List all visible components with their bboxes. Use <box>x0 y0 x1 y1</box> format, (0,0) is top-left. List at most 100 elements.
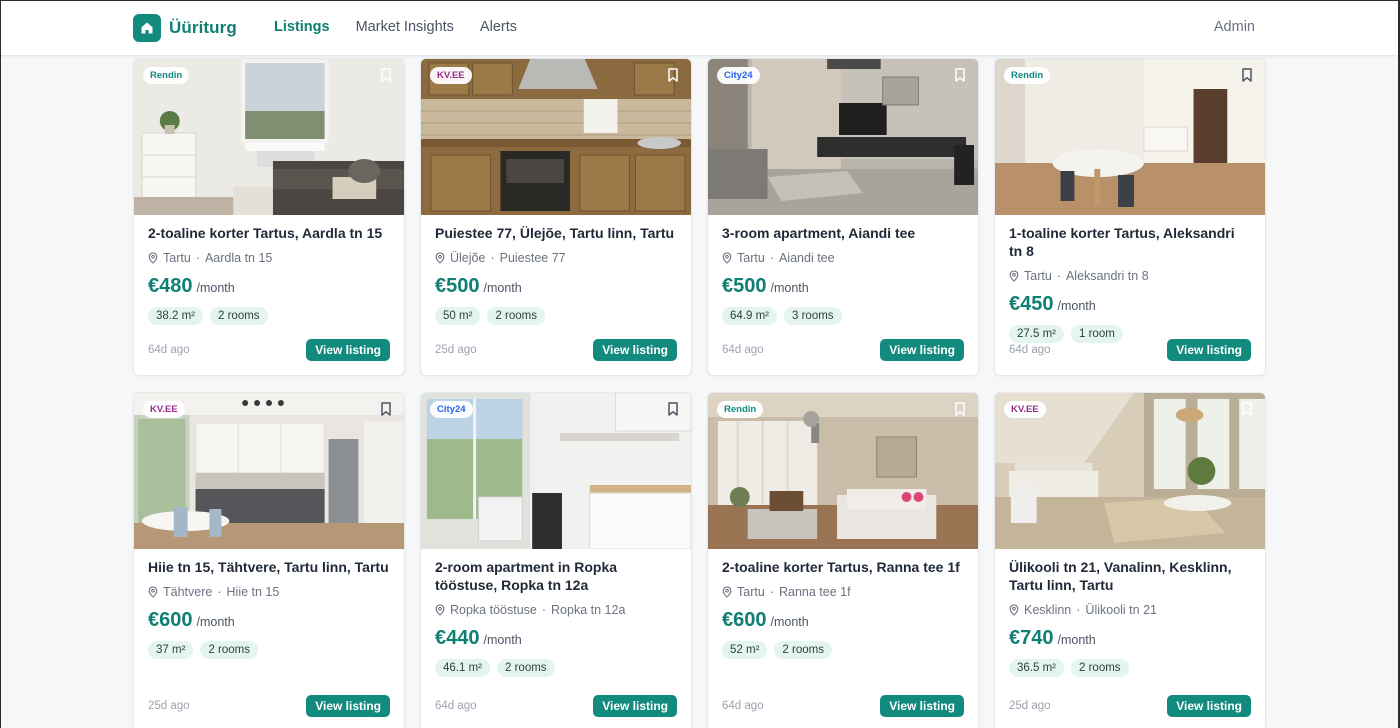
separator-dot: · <box>769 585 774 599</box>
separator-dot: · <box>217 585 222 599</box>
card-footer: 64d ago View listing <box>148 339 390 361</box>
bookmark-icon[interactable] <box>666 401 680 417</box>
listing-title[interactable]: 2-toaline korter Tartus, Ranna tee 1f <box>722 558 964 576</box>
listing-photo[interactable]: Rendin <box>995 59 1265 215</box>
listing-features: 36.5 m² 2 rooms <box>1009 659 1251 677</box>
view-listing-button[interactable]: View listing <box>593 339 677 361</box>
price-row: €740 /month <box>1009 627 1251 650</box>
view-listing-button[interactable]: View listing <box>1167 695 1251 717</box>
bookmark-icon[interactable] <box>953 67 967 83</box>
location-pin-icon <box>722 252 732 264</box>
listing-title[interactable]: Ülikooli tn 21, Vanalinn, Kesklinn, Tart… <box>1009 558 1251 594</box>
listing-age: 64d ago <box>722 700 764 712</box>
listing-title[interactable]: Hiie tn 15, Tähtvere, Tartu linn, Tartu <box>148 558 390 576</box>
listing-title[interactable]: 1-toaline korter Tartus, Aleksandri tn 8 <box>1009 224 1251 260</box>
listing-photo[interactable]: KV.EE <box>134 393 404 549</box>
nav-market-insights[interactable]: Market Insights <box>356 19 454 35</box>
listing-location: Tartu · Aleksandri tn 8 <box>1009 269 1251 283</box>
price-period: /month <box>196 615 235 629</box>
location-pin-icon <box>435 604 445 616</box>
listing-title[interactable]: 2-room apartment in Ropka tööstuse, Ropk… <box>435 558 677 594</box>
source-badge: City24 <box>430 401 473 418</box>
location-pin-icon <box>1009 604 1019 616</box>
listing-card: KV.EE Hiie tn 15, Tähtvere, Tartu linn, … <box>133 392 405 728</box>
price-row: €440 /month <box>435 627 677 650</box>
view-listing-button[interactable]: View listing <box>306 695 390 717</box>
view-listing-button[interactable]: View listing <box>880 695 964 717</box>
listing-photo[interactable]: Rendin <box>708 393 978 549</box>
area-chip: 46.1 m² <box>435 659 490 677</box>
bookmark-icon[interactable] <box>379 401 393 417</box>
listing-street: Ropka tn 12a <box>551 603 626 617</box>
listing-price: €600 <box>722 609 767 631</box>
listing-card: Rendin 2-toaline korter Tartus, Ranna te… <box>707 392 979 728</box>
listing-card: City24 3-room apartment, Aiandi tee Tart… <box>707 58 979 376</box>
view-listing-button[interactable]: View listing <box>593 695 677 717</box>
brand-home-link[interactable]: Üüriturg <box>133 13 237 43</box>
rooms-chip: 2 rooms <box>487 307 545 325</box>
card-footer: 25d ago View listing <box>1009 695 1251 717</box>
price-row: €600 /month <box>722 609 964 632</box>
price-period: /month <box>770 615 809 629</box>
listing-district: Tartu <box>737 585 765 599</box>
bookmark-icon[interactable] <box>1240 401 1254 417</box>
bookmark-icon[interactable] <box>1240 67 1254 83</box>
listing-location: Kesklinn · Ülikooli tn 21 <box>1009 603 1251 617</box>
listing-location: Tartu · Ranna tee 1f <box>722 585 964 599</box>
listing-features: 64.9 m² 3 rooms <box>722 307 964 325</box>
source-badge: Rendin <box>717 401 764 418</box>
listing-street: Ranna tee 1f <box>778 585 851 599</box>
nav-listings[interactable]: Listings <box>274 19 330 35</box>
separator-dot: · <box>1076 603 1081 617</box>
location-pin-icon <box>435 252 445 264</box>
listing-district: Tähtvere <box>163 585 213 599</box>
listing-age: 64d ago <box>148 344 190 356</box>
price-row: €500 /month <box>435 275 677 298</box>
listing-district: Ropka tööstuse <box>450 603 537 617</box>
view-listing-button[interactable]: View listing <box>880 339 964 361</box>
bookmark-icon[interactable] <box>953 401 967 417</box>
area-chip: 38.2 m² <box>148 307 203 325</box>
listing-photo[interactable]: KV.EE <box>421 59 691 215</box>
listing-age: 64d ago <box>1009 344 1051 356</box>
area-chip: 36.5 m² <box>1009 659 1064 677</box>
price-row: €500 /month <box>722 275 964 298</box>
listing-photo[interactable]: City24 <box>708 59 978 215</box>
listing-street: Aardla tn 15 <box>204 251 273 265</box>
price-period: /month <box>483 633 522 647</box>
listing-title[interactable]: 2-toaline korter Tartus, Aardla tn 15 <box>148 224 390 242</box>
main-nav: Listings Market Insights Alerts <box>274 19 517 35</box>
bookmark-icon[interactable] <box>379 67 393 83</box>
nav-alerts[interactable]: Alerts <box>480 19 517 35</box>
listing-street: Puiestee 77 <box>499 251 566 265</box>
location-pin-icon <box>1009 270 1019 282</box>
price-period: /month <box>1057 633 1096 647</box>
nav-admin[interactable]: Admin <box>1214 19 1255 35</box>
home-icon <box>133 14 161 42</box>
view-listing-button[interactable]: View listing <box>306 339 390 361</box>
view-listing-button[interactable]: View listing <box>1167 339 1251 361</box>
listing-district: Ülejõe <box>450 251 486 265</box>
listing-photo[interactable]: KV.EE <box>995 393 1265 549</box>
source-badge: Rendin <box>1004 67 1051 84</box>
listing-age: 25d ago <box>435 344 477 356</box>
bookmark-icon[interactable] <box>666 67 680 83</box>
price-row: €450 /month <box>1009 293 1251 316</box>
listing-photo[interactable]: Rendin <box>134 59 404 215</box>
source-badge: City24 <box>717 67 760 84</box>
listing-location: Tähtvere · Hiie tn 15 <box>148 585 390 599</box>
location-pin-icon <box>722 586 732 598</box>
listings-grid: Rendin 2-toaline korter Tartus, Aardla t… <box>133 58 1267 728</box>
listing-photo[interactable]: City24 <box>421 393 691 549</box>
listing-age: 25d ago <box>148 700 190 712</box>
separator-dot: · <box>769 251 774 265</box>
card-footer: 25d ago View listing <box>148 695 390 717</box>
listing-features: 38.2 m² 2 rooms <box>148 307 390 325</box>
listing-title[interactable]: Puiestee 77, Ülejõe, Tartu linn, Tartu <box>435 224 677 242</box>
area-chip: 64.9 m² <box>722 307 777 325</box>
listing-street: Aleksandri tn 8 <box>1065 269 1149 283</box>
rooms-chip: 2 rooms <box>774 641 832 659</box>
listing-price: €600 <box>148 609 193 631</box>
listing-title[interactable]: 3-room apartment, Aiandi tee <box>722 224 964 242</box>
location-pin-icon <box>148 586 158 598</box>
